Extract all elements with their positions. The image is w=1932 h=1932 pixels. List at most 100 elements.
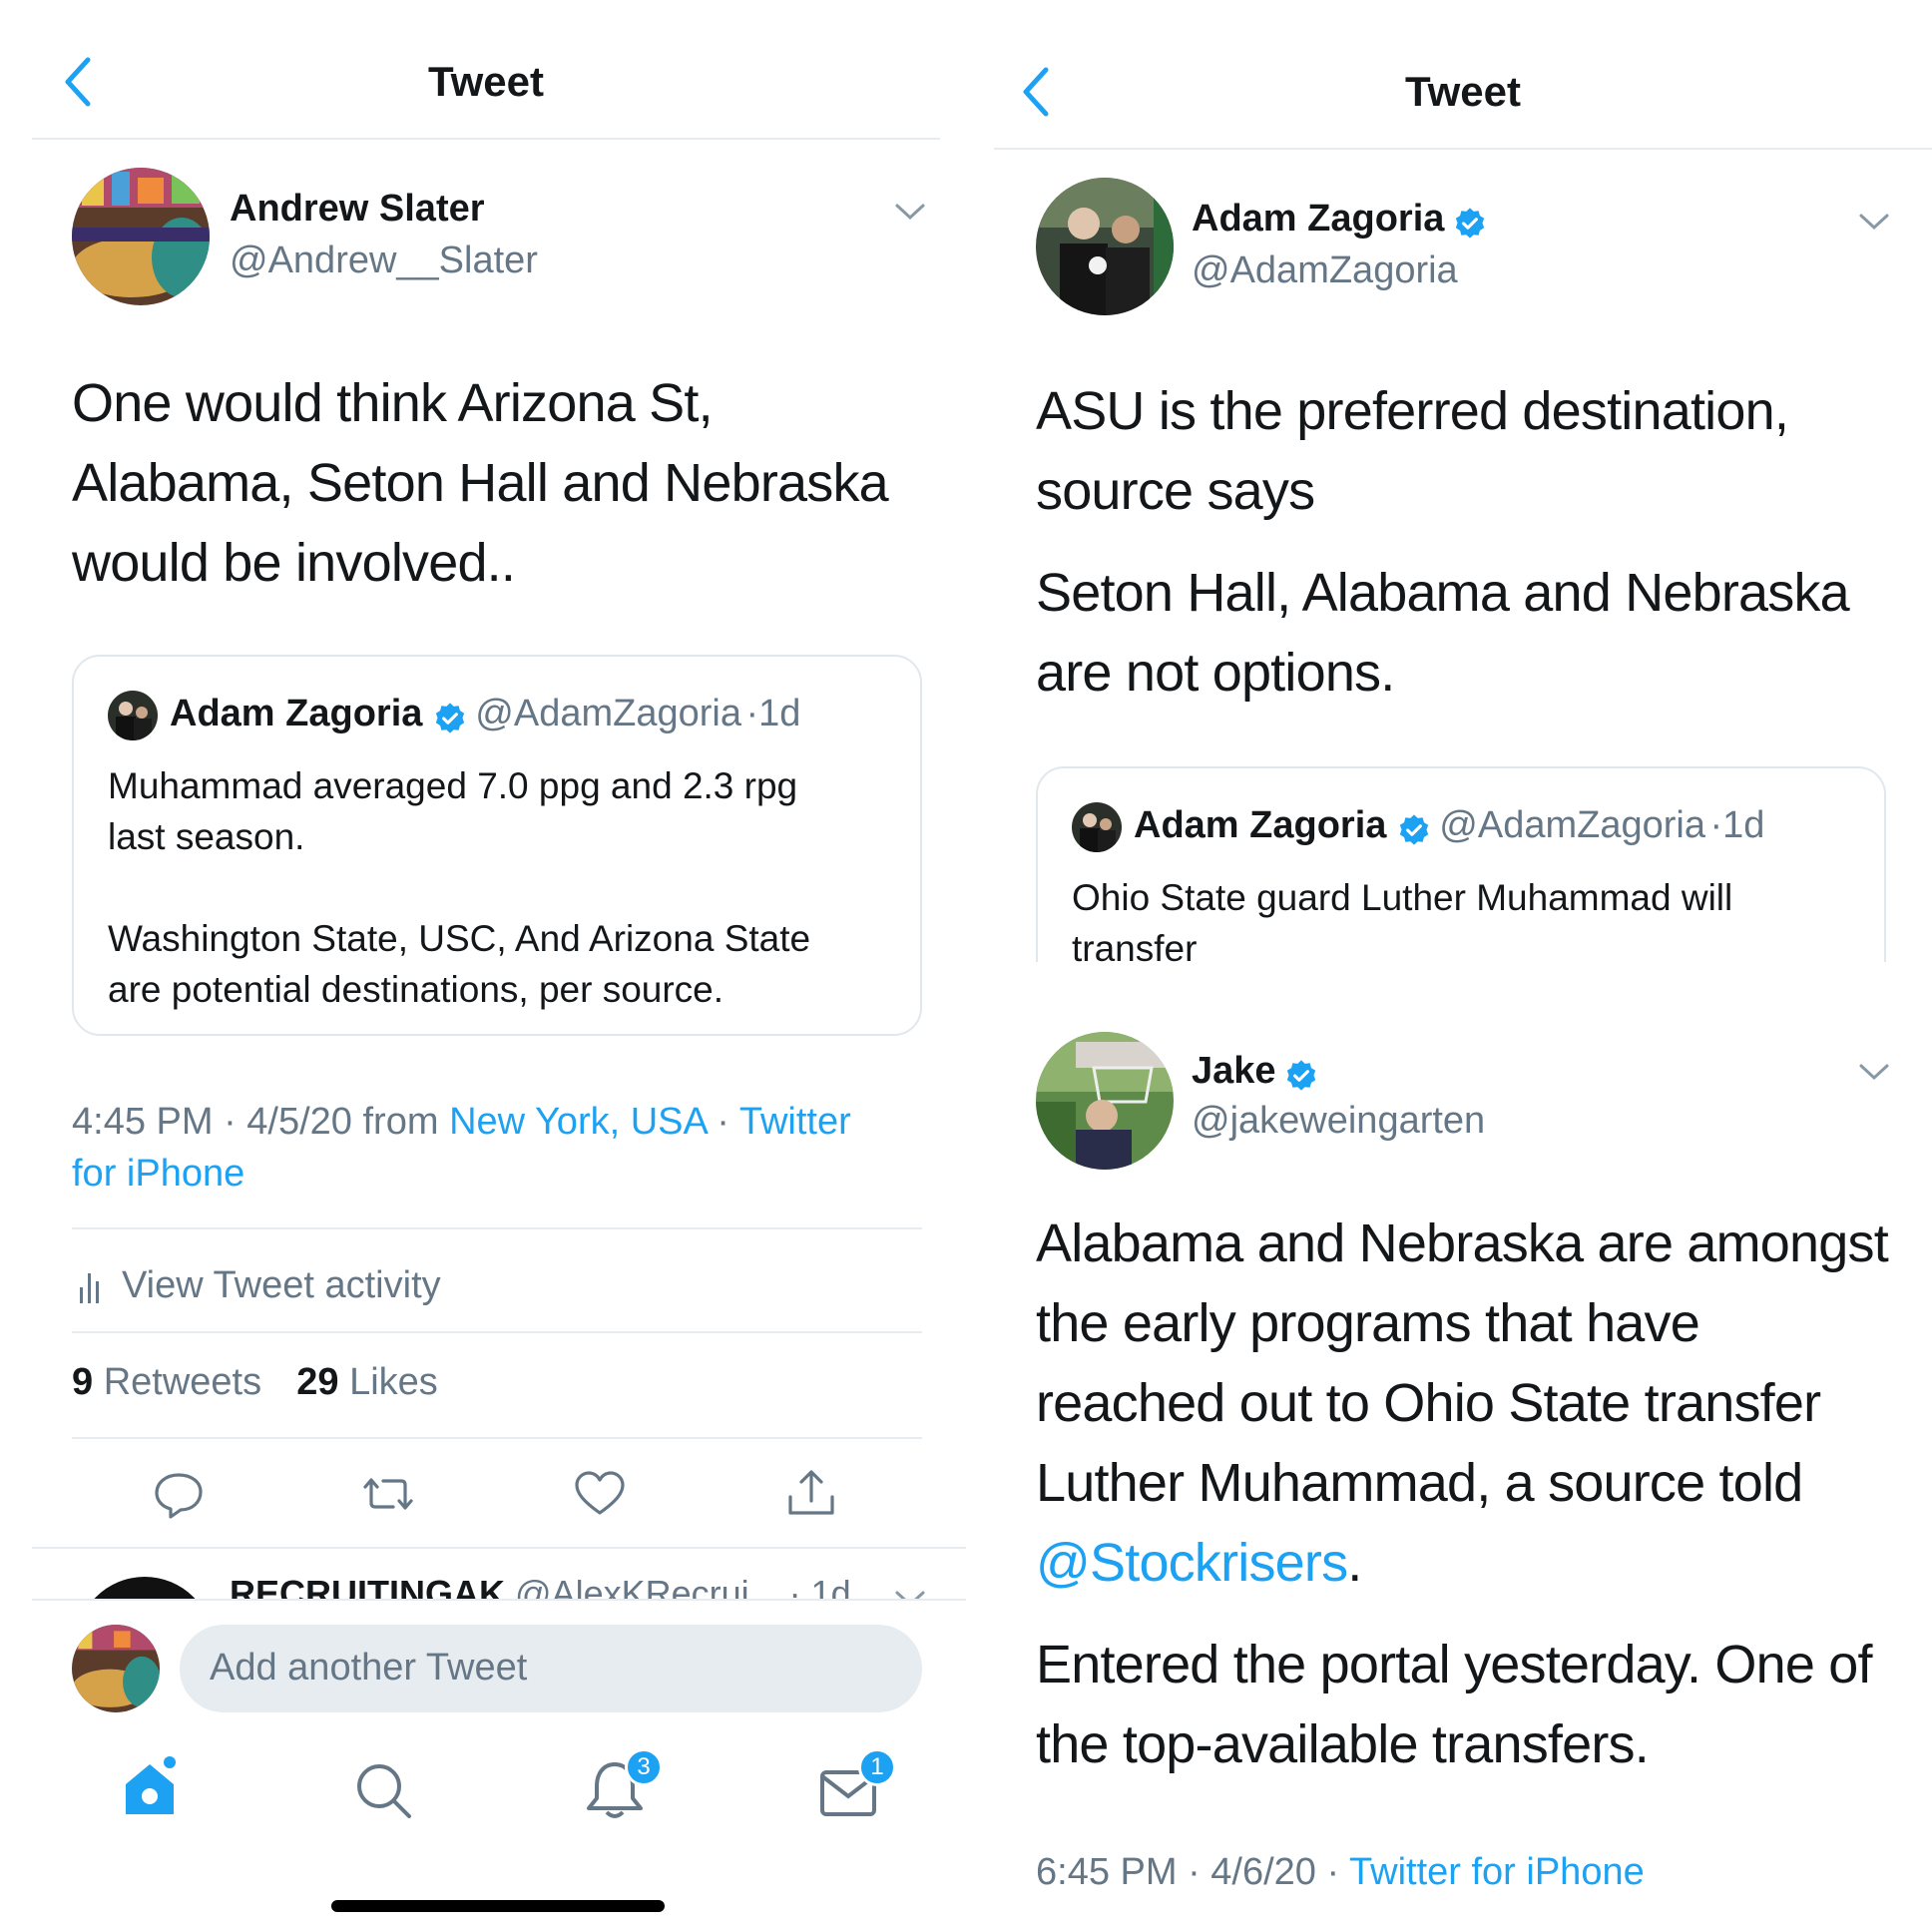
quoted-text-line: Washington State, USC, And Arizona State bbox=[108, 918, 811, 959]
tweet-timestamp: 4:45 PM · 4/5/20 from bbox=[72, 1101, 450, 1143]
quoted-text-line: are potential destinations, per source. bbox=[108, 969, 724, 1010]
bar-chart-icon bbox=[80, 1273, 99, 1303]
tweet-text-line: would be involved.. bbox=[72, 533, 516, 593]
left-panel: Tweet Andrew Slater @Andrew__Slater One … bbox=[0, 0, 966, 1932]
reply-author-handle: @AlexKRecrui... bbox=[515, 1573, 779, 1599]
screenshot-collage: Tweet Andrew Slater @Andrew__Slater One … bbox=[0, 0, 1932, 1932]
source-link-cont[interactable]: for iPhone bbox=[72, 1153, 244, 1195]
tweet-meta: 6:45 PM · 4/6/20 · Twitter for iPhone bbox=[1036, 1846, 1914, 1898]
quoted-timestamp: 1d bbox=[1722, 804, 1765, 846]
avatar[interactable] bbox=[72, 168, 210, 305]
tweet-text-line: the early programs that have bbox=[1036, 1293, 1700, 1353]
home-indicator bbox=[331, 1900, 665, 1912]
avatar bbox=[76, 1577, 214, 1599]
quoted-tweet[interactable]: Adam Zagoria @AdamZagoria ·1d Ohio State… bbox=[1036, 766, 1886, 962]
avatar bbox=[72, 1625, 160, 1712]
quoted-author-handle: @AdamZagoria bbox=[1439, 804, 1705, 846]
quoted-tweet-text: Ohio State guard Luther Muhammad will tr… bbox=[1072, 872, 1870, 962]
tweet-text-line: Luther Muhammad, a source told bbox=[1036, 1453, 1803, 1513]
divider bbox=[72, 1437, 922, 1439]
tweet-text-line: source says bbox=[1036, 461, 1315, 521]
right-panel: Tweet Adam Zagoria @AdamZagoria ASU is t… bbox=[966, 0, 1932, 1932]
author-handle[interactable]: @jakeweingarten bbox=[1192, 1100, 1485, 1143]
avatar bbox=[1072, 802, 1122, 852]
avatar[interactable] bbox=[1036, 178, 1174, 315]
next-reply-header: RECRUITINGAK @AlexKRecrui... · 1d bbox=[230, 1573, 851, 1599]
quoted-text-line: transfer bbox=[1072, 928, 1198, 962]
view-activity-row[interactable]: View Tweet activity bbox=[76, 1259, 495, 1309]
reply-icon[interactable] bbox=[152, 1467, 206, 1521]
avatar-image bbox=[1072, 802, 1122, 852]
quoted-tweet-clip: Adam Zagoria @AdamZagoria ·1d Ohio State… bbox=[1036, 766, 1886, 962]
mention-suffix: . bbox=[1347, 1533, 1362, 1593]
chevron-down-icon[interactable] bbox=[1858, 1062, 1890, 1082]
author-name[interactable]: Adam Zagoria bbox=[1192, 198, 1444, 240]
tweet-text-line: are not options. bbox=[1036, 643, 1395, 703]
author-handle[interactable]: @Andrew__Slater bbox=[230, 240, 538, 282]
retweet-count[interactable]: 9 bbox=[72, 1361, 93, 1403]
quoted-text-line: last season. bbox=[108, 816, 305, 857]
share-icon[interactable] bbox=[784, 1467, 838, 1521]
quoted-text-line: Ohio State guard Luther Muhammad will bbox=[1072, 877, 1733, 918]
quoted-timestamp: 1d bbox=[758, 693, 801, 734]
quoted-author-name: Adam Zagoria bbox=[170, 693, 423, 734]
avatar-image bbox=[72, 1625, 160, 1712]
quoted-tweet-header: Adam Zagoria @AdamZagoria ·1d bbox=[1134, 804, 1764, 847]
divider bbox=[32, 1599, 966, 1601]
chevron-down-icon[interactable] bbox=[1858, 212, 1890, 232]
quoted-tweet-header: Adam Zagoria @AdamZagoria ·1d bbox=[170, 693, 800, 735]
source-link[interactable]: Twitter for iPhone bbox=[1349, 1851, 1645, 1893]
reply-timestamp: · 1d bbox=[788, 1573, 851, 1599]
tweet-text: Alabama and Nebraska are amongst the ear… bbox=[1036, 1204, 1914, 1784]
author-name[interactable]: Jake bbox=[1192, 1050, 1276, 1092]
nav-header: Tweet bbox=[32, 0, 940, 140]
chevron-down-icon[interactable] bbox=[894, 1589, 926, 1599]
like-count[interactable]: 29 bbox=[296, 1361, 338, 1403]
quoted-separator: · bbox=[1709, 804, 1723, 846]
location-link[interactable]: New York, USA bbox=[449, 1101, 707, 1143]
like-label[interactable]: Likes bbox=[349, 1361, 438, 1403]
mention-link[interactable]: @Stockrisers bbox=[1036, 1533, 1348, 1593]
author-header: Adam Zagoria bbox=[1192, 198, 1487, 241]
tweet-text-line: ASU is the preferred destination, bbox=[1036, 381, 1789, 441]
divider bbox=[72, 1331, 922, 1333]
verified-badge-icon bbox=[1286, 1060, 1316, 1091]
verified-badge-icon bbox=[1399, 814, 1429, 845]
author-handle[interactable]: @AdamZagoria bbox=[1192, 249, 1458, 292]
verified-badge-icon bbox=[1455, 208, 1485, 239]
avatar bbox=[108, 691, 158, 740]
tweet-timestamp: 6:45 PM · 4/6/20 · bbox=[1036, 1851, 1350, 1893]
tweet-text-line: One would think Arizona St, bbox=[72, 373, 714, 433]
quoted-author-handle: @AdamZagoria bbox=[475, 693, 741, 734]
tweet-text-line: the top-available transfers. bbox=[1036, 1714, 1650, 1774]
verified-badge-icon bbox=[435, 703, 465, 733]
page-title: Tweet bbox=[1405, 68, 1521, 115]
next-reply-peek[interactable]: RECRUITINGAK @AlexKRecrui... · 1d bbox=[0, 1549, 966, 1599]
reply-author-name: RECRUITINGAK bbox=[230, 1573, 505, 1599]
avatar-image bbox=[1036, 178, 1174, 315]
quoted-tweet-text: Muhammad averaged 7.0 ppg and 2.3 rpg la… bbox=[108, 760, 906, 1015]
divider bbox=[72, 1227, 922, 1229]
retweet-label[interactable]: Retweets bbox=[104, 1361, 261, 1403]
tweet-text: ASU is the preferred destination, source… bbox=[1036, 371, 1914, 713]
home-icon[interactable] bbox=[118, 1756, 182, 1820]
tweet-meta: 4:45 PM · 4/5/20 from New York, USA · Tw… bbox=[72, 1096, 950, 1200]
author-name[interactable]: Andrew Slater bbox=[230, 188, 485, 231]
source-link[interactable]: Twitter bbox=[739, 1101, 851, 1143]
notifications-badge: 3 bbox=[625, 1748, 663, 1786]
search-icon[interactable] bbox=[351, 1758, 415, 1822]
compose-placeholder: Add another Tweet bbox=[210, 1647, 528, 1689]
chevron-down-icon[interactable] bbox=[894, 202, 926, 222]
tweet-text: One would think Arizona St, Alabama, Set… bbox=[72, 363, 950, 603]
quoted-separator: · bbox=[745, 693, 759, 734]
retweet-icon[interactable] bbox=[361, 1467, 415, 1521]
quoted-author-name: Adam Zagoria bbox=[1134, 804, 1387, 846]
page-title: Tweet bbox=[428, 58, 544, 105]
quoted-tweet[interactable]: Adam Zagoria @AdamZagoria ·1d Muhammad a… bbox=[72, 655, 922, 1036]
view-activity-label: View Tweet activity bbox=[122, 1264, 441, 1306]
heart-icon[interactable] bbox=[573, 1467, 627, 1521]
compose-input[interactable]: Add another Tweet bbox=[180, 1625, 922, 1712]
avatar[interactable] bbox=[1036, 1032, 1174, 1170]
meta-separator: · bbox=[706, 1101, 739, 1143]
tweet-text-line: Seton Hall, Alabama and Nebraska bbox=[1036, 563, 1850, 623]
